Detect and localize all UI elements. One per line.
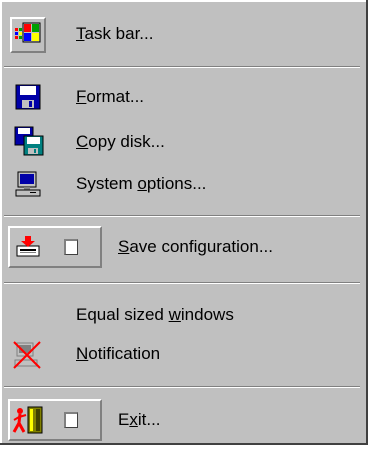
menu-separator xyxy=(4,215,360,217)
menu-item-label: Save configuration... xyxy=(118,237,273,256)
menu-item-label: Copy disk... xyxy=(76,132,165,151)
menu-item-task-bar[interactable]: Task bar... xyxy=(2,17,362,54)
menu-item-label: System options... xyxy=(76,174,207,193)
menu-item-save-configuration[interactable]: Save configuration... xyxy=(2,226,362,268)
menu-item-label: Equal sized windows xyxy=(76,305,234,324)
save-configuration-icon xyxy=(14,234,44,264)
menu-item-format[interactable]: Format... xyxy=(2,81,362,115)
menu-separator xyxy=(4,66,360,68)
menu-item-copy-disk[interactable]: Copy disk... xyxy=(2,126,362,160)
menu-item-label: Task bar... xyxy=(76,24,154,43)
save-configuration-checkbox[interactable] xyxy=(64,239,78,255)
copy-disk-icon xyxy=(14,126,44,156)
menu-item-system-options[interactable]: System options... xyxy=(2,168,362,202)
menu-item-label: Exit... xyxy=(118,410,161,429)
menu-separator xyxy=(4,386,360,388)
menu-item-notification[interactable]: Notification xyxy=(2,338,362,372)
menu-item-label: Notification xyxy=(76,344,161,363)
exit-door-icon xyxy=(12,405,43,435)
exit-checkbox[interactable] xyxy=(64,412,78,428)
computer-icon xyxy=(14,170,44,200)
menu-item-exit[interactable]: Exit... xyxy=(2,399,362,441)
floppy-disk-icon xyxy=(14,83,44,113)
context-menu: Task bar... Format... Copy disk... Syste… xyxy=(0,0,368,445)
menu-item-label: Format... xyxy=(76,87,145,106)
menu-item-equal-sized-windows[interactable]: Equal sized windows xyxy=(2,300,362,334)
notification-disabled-icon xyxy=(12,340,42,370)
menu-separator xyxy=(4,282,360,284)
taskbar-windows-icon xyxy=(14,20,44,50)
